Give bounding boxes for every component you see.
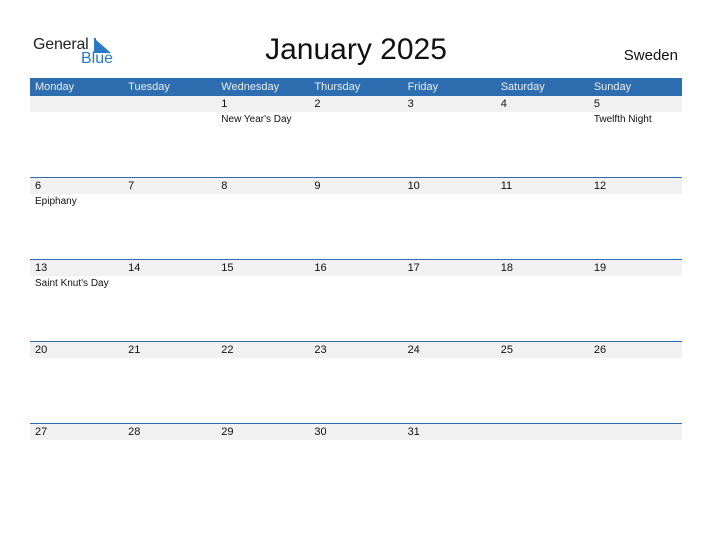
holiday-label <box>216 276 309 291</box>
day-number: 19 <box>593 262 607 274</box>
holiday-label <box>496 194 589 209</box>
holiday-label: New Year's Day <box>221 114 292 125</box>
day-number-strip: 6 7 8 9 10 11 12 <box>30 178 682 194</box>
holiday-label <box>403 112 496 127</box>
holiday-label <box>216 358 309 359</box>
day-number: 12 <box>593 180 607 192</box>
holiday-label <box>403 358 496 359</box>
holiday-label <box>496 440 589 441</box>
day-number-strip: 1 2 3 4 5 <box>30 96 682 112</box>
holiday-label: Twelfth Night <box>593 114 652 125</box>
day-number: 26 <box>593 344 607 356</box>
day-number <box>496 424 589 440</box>
event-strip <box>30 440 682 441</box>
holiday-label <box>123 112 216 127</box>
holiday-label <box>216 440 309 441</box>
weekday-friday: Friday <box>407 81 439 93</box>
holiday-label <box>403 276 496 291</box>
event-strip: Saint Knut's Day <box>30 276 682 291</box>
day-number: 3 <box>407 98 414 110</box>
holiday-label <box>123 194 216 209</box>
country-label: Sweden <box>623 47 678 64</box>
day-number: 30 <box>314 426 327 438</box>
event-strip: Epiphany <box>30 194 682 209</box>
holiday-label <box>589 276 682 291</box>
day-number: 18 <box>500 262 513 274</box>
holiday-label <box>309 358 402 359</box>
weekday-header: Monday Tuesday Wednesday Thursday Friday… <box>30 78 682 96</box>
day-number: 11 <box>500 180 513 192</box>
day-number-strip: 13 14 15 16 17 18 19 <box>30 260 682 276</box>
day-number <box>589 424 682 440</box>
weekday-saturday: Saturday <box>500 81 545 93</box>
weekday-tuesday: Tuesday <box>128 81 170 93</box>
day-number: 23 <box>314 344 327 356</box>
day-number: 8 <box>221 180 228 192</box>
holiday-label <box>123 276 216 291</box>
calendar-grid: Monday Tuesday Wednesday Thursday Friday… <box>30 78 682 505</box>
day-number: 25 <box>500 344 513 356</box>
day-number-strip: 20 21 22 23 24 25 26 <box>30 342 682 358</box>
day-number: 31 <box>407 426 420 438</box>
day-number: 28 <box>128 426 141 438</box>
day-number: 29 <box>221 426 234 438</box>
day-number: 16 <box>314 262 327 274</box>
event-strip: New Year's Day Twelfth Night <box>30 112 682 127</box>
holiday-label <box>30 112 123 127</box>
day-number <box>30 96 123 112</box>
holiday-label <box>496 358 589 359</box>
week-row: 1 2 3 4 5 New Year's Day Twelfth Night <box>30 96 682 177</box>
holiday-label <box>30 358 123 359</box>
holiday-label <box>123 358 216 359</box>
holiday-label <box>589 194 682 209</box>
holiday-label <box>123 440 216 441</box>
day-number-strip: 27 28 29 30 31 <box>30 424 682 440</box>
day-number: 14 <box>128 262 141 274</box>
holiday-label <box>30 440 123 441</box>
weekday-monday: Monday <box>35 81 75 93</box>
week-row: 27 28 29 30 31 <box>30 423 682 505</box>
day-number: 1 <box>221 98 228 110</box>
day-number: 9 <box>314 180 321 192</box>
day-number: 17 <box>407 262 420 274</box>
day-number: 21 <box>128 344 141 356</box>
calendar-title: January 2025 <box>265 33 447 66</box>
holiday-label <box>496 112 589 127</box>
day-number: 27 <box>35 426 48 438</box>
holiday-label <box>309 194 402 209</box>
week-row: 13 14 15 16 17 18 19 Saint Knut's Day <box>30 259 682 341</box>
weekday-sunday: Sunday <box>593 81 632 93</box>
day-number: 20 <box>35 344 48 356</box>
holiday-label <box>496 276 589 291</box>
holiday-label <box>589 358 682 359</box>
day-number: 4 <box>500 98 507 110</box>
holiday-label <box>216 194 309 209</box>
holiday-label: Saint Knut's Day <box>35 278 109 289</box>
day-number: 13 <box>35 262 48 274</box>
day-number: 7 <box>128 180 135 192</box>
day-number: 5 <box>593 98 600 110</box>
weekday-thursday: Thursday <box>314 81 361 93</box>
holiday-label <box>403 440 496 441</box>
holiday-label <box>403 194 496 209</box>
day-number: 6 <box>35 180 42 192</box>
holiday-label <box>309 112 402 127</box>
weekday-wednesday: Wednesday <box>221 81 280 93</box>
holiday-label: Epiphany <box>35 196 77 207</box>
day-number: 15 <box>221 262 234 274</box>
day-number: 24 <box>407 344 420 356</box>
day-number: 22 <box>221 344 234 356</box>
day-number <box>123 96 216 112</box>
day-number: 10 <box>407 180 420 192</box>
holiday-label <box>589 440 682 441</box>
holiday-label <box>309 440 402 441</box>
holiday-label <box>309 276 402 291</box>
day-number: 2 <box>314 98 321 110</box>
week-row: 6 7 8 9 10 11 12 Epiphany <box>30 177 682 259</box>
week-row: 20 21 22 23 24 25 26 <box>30 341 682 423</box>
event-strip <box>30 358 682 359</box>
